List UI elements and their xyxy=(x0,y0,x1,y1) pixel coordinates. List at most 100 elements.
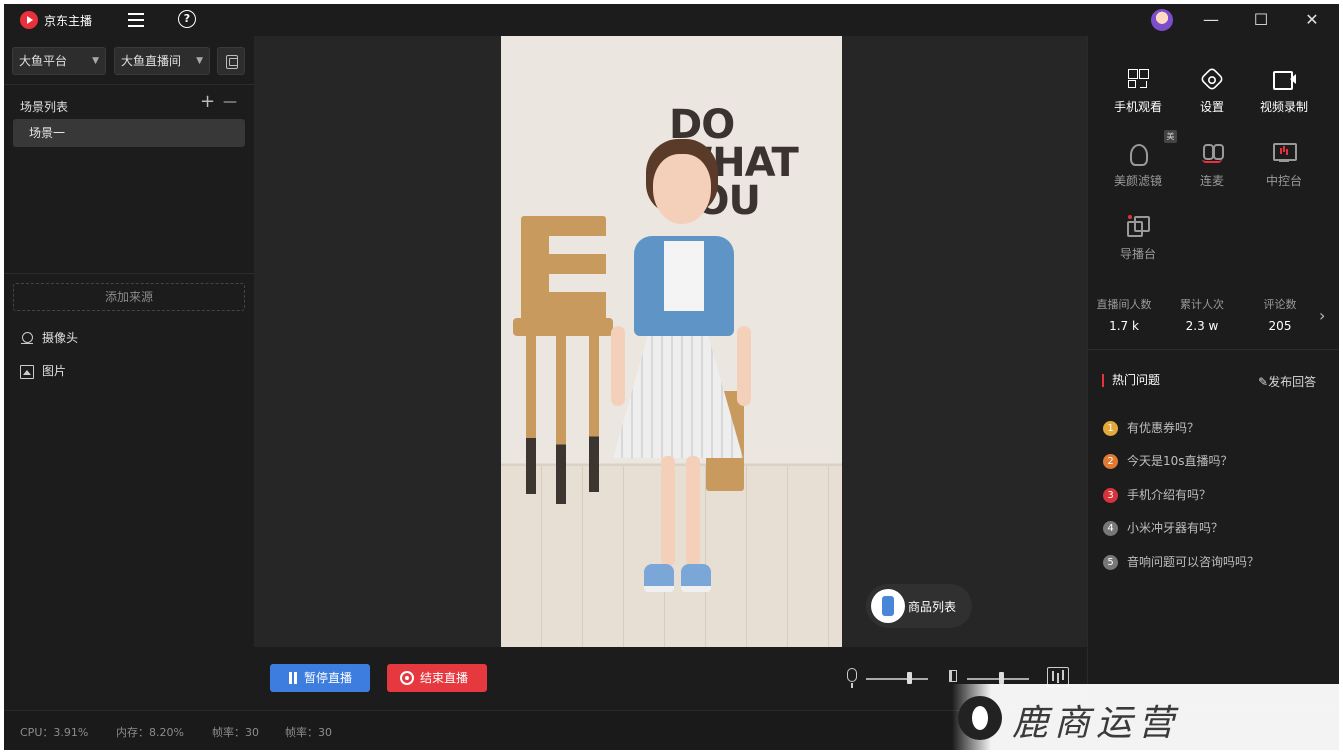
tool-label: 导播台 xyxy=(1119,247,1156,261)
stat-label: 累计人次 xyxy=(1180,298,1224,311)
watermark: 鹿商运营 xyxy=(952,684,1339,750)
mic-volume-slider[interactable] xyxy=(866,678,928,680)
divider xyxy=(4,273,254,274)
question-rank-badge: 3 xyxy=(1103,488,1118,503)
remove-scene-button[interactable]: — xyxy=(223,94,237,110)
chevron-right-icon[interactable]: › xyxy=(1319,306,1325,325)
end-live-label: 结束直播 xyxy=(420,671,469,685)
scene-item[interactable]: 场景一 xyxy=(13,119,245,147)
product-icon xyxy=(871,589,905,623)
stat-label: 直播间人数 xyxy=(1096,298,1152,311)
question-text: 音响问题可以咨询吗吗？ xyxy=(1127,555,1260,569)
mic-volume-handle[interactable] xyxy=(907,672,912,684)
speaker-volume-handle[interactable] xyxy=(999,672,1004,684)
end-live-button[interactable]: 结束直播 xyxy=(387,664,487,692)
memory-usage: 内存：8.20% xyxy=(116,726,184,739)
room-select-value: 大鱼直播间 xyxy=(121,54,182,68)
tool-director[interactable]: 导播台 xyxy=(1108,215,1168,271)
close-button[interactable]: ✕ xyxy=(1298,8,1326,32)
title-bar: 京东主播 ? — ☐ ✕ xyxy=(4,4,1339,36)
avatar-leg xyxy=(686,456,700,566)
live-video-frame: DO WHAT YOU xyxy=(501,36,842,647)
add-source-button[interactable]: 添加来源 xyxy=(13,283,245,311)
tool-mobile-view[interactable]: 手机观看 xyxy=(1108,68,1168,124)
stool-leg xyxy=(589,334,599,492)
user-avatar[interactable] xyxy=(1151,9,1173,31)
stat-viewers: 直播间人数 1.7 k xyxy=(1089,296,1159,333)
console-icon xyxy=(1273,142,1297,164)
stat-value: 1.7 k xyxy=(1109,319,1139,333)
settings-icon xyxy=(1199,66,1225,92)
frame-rate: 帧率：30 xyxy=(285,726,332,739)
platform-select[interactable]: 大鱼平台 ▼ xyxy=(12,47,106,75)
tool-video-record[interactable]: 视频录制 xyxy=(1254,68,1314,124)
pause-icon xyxy=(289,672,297,684)
question-rank-badge: 1 xyxy=(1103,421,1118,436)
question-rank-badge: 5 xyxy=(1103,555,1118,570)
source-label: 摄像头 xyxy=(42,331,79,345)
pause-live-label: 暂停直播 xyxy=(304,671,353,685)
microphone-icon[interactable] xyxy=(847,668,857,688)
left-panel: 大鱼平台 ▼ 大鱼直播间 ▼ 场景列表 + — 场景一 添加来源 摄像头 图片 xyxy=(4,36,254,676)
cpu-usage: CPU：3.91% xyxy=(20,726,89,739)
frame-rate: 帧率：30 xyxy=(212,726,259,739)
divider xyxy=(4,84,254,85)
source-item-camera[interactable]: 摄像头 xyxy=(20,328,78,348)
maximize-button[interactable]: ☐ xyxy=(1247,8,1275,32)
stat-value: 2.3 w xyxy=(1185,319,1219,333)
platform-select-value: 大鱼平台 xyxy=(19,54,68,68)
minimize-button[interactable]: — xyxy=(1197,8,1225,32)
director-icon xyxy=(1127,215,1150,237)
hot-questions-title: 热门问题 xyxy=(1102,374,1160,387)
question-item[interactable]: 5 音响问题可以咨询吗吗？ xyxy=(1103,554,1259,570)
speaker-icon[interactable] xyxy=(949,670,957,682)
app-logo-icon xyxy=(20,11,38,29)
question-item[interactable]: 1 有优惠券吗？ xyxy=(1103,420,1199,436)
app-title: 京东主播 xyxy=(44,14,93,28)
question-item[interactable]: 4 小米冲牙器有吗？ xyxy=(1103,520,1223,536)
watermark-text: 鹿商运营 xyxy=(1012,703,1181,744)
avatar-arm xyxy=(611,326,625,406)
question-text: 今天是10s直播吗？ xyxy=(1127,454,1233,468)
camera-icon xyxy=(20,331,34,346)
menu-icon[interactable] xyxy=(128,13,144,27)
pen-icon: ✎ xyxy=(1258,375,1269,389)
co-host-icon xyxy=(1201,142,1224,164)
speaker-volume-slider[interactable] xyxy=(967,678,1029,680)
tool-beauty-filter[interactable]: 美颜滤镜 xyxy=(1108,142,1168,198)
stool-leg xyxy=(556,334,566,504)
live-stats: 直播间人数 1.7 k 累计人次 2.3 w 评论数 205 › xyxy=(1087,296,1339,346)
question-text: 手机介绍有吗？ xyxy=(1127,488,1212,502)
copy-room-button[interactable] xyxy=(217,47,245,75)
beauty-filter-icon xyxy=(1127,142,1149,166)
question-rank-badge: 4 xyxy=(1103,521,1118,536)
product-list-button[interactable]: 商品列表 xyxy=(866,584,972,628)
stop-icon xyxy=(400,671,414,685)
avatar-shoe xyxy=(644,564,674,592)
question-rank-badge: 2 xyxy=(1103,454,1118,469)
room-select[interactable]: 大鱼直播间 ▼ xyxy=(114,47,210,75)
image-icon xyxy=(20,364,34,379)
question-item[interactable]: 2 今天是10s直播吗？ xyxy=(1103,453,1233,469)
preview-area: DO WHAT YOU 商品列表 xyxy=(254,36,1087,647)
avatar-face xyxy=(653,154,711,224)
scene-list-title: 场景列表 xyxy=(20,100,69,114)
publish-reply-label: 发布回答 xyxy=(1268,375,1317,389)
help-icon[interactable]: ? xyxy=(178,10,196,28)
question-item[interactable]: 3 手机介绍有吗？ xyxy=(1103,487,1211,503)
marquee-letter-e xyxy=(521,216,606,321)
publish-reply-button[interactable]: ✎发布回答 xyxy=(1258,373,1316,390)
tool-settings[interactable]: 设置 xyxy=(1182,66,1242,124)
add-scene-button[interactable]: + xyxy=(200,91,215,112)
source-item-image[interactable]: 图片 xyxy=(20,361,66,381)
stat-comments: 评论数 205 xyxy=(1245,296,1315,333)
tool-console[interactable]: 中控台 xyxy=(1254,142,1314,198)
tool-co-host[interactable]: 连麦 xyxy=(1182,142,1242,198)
tool-label: 手机观看 xyxy=(1113,100,1162,114)
chevron-down-icon: ▼ xyxy=(196,56,203,66)
tool-label: 连麦 xyxy=(1199,174,1224,188)
video-record-icon xyxy=(1273,68,1296,90)
pause-live-button[interactable]: 暂停直播 xyxy=(270,664,370,692)
tool-label: 美颜滤镜 xyxy=(1113,174,1162,188)
avatar-arm xyxy=(737,326,751,406)
